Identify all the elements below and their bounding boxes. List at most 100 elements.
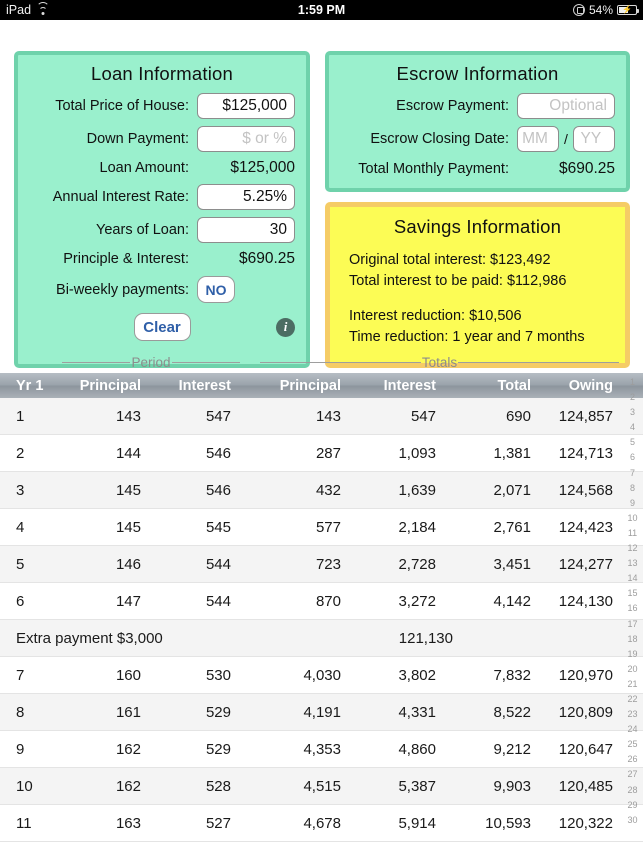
year-index-item[interactable]: 30 [627,815,637,831]
savings-line-time-reduction: Time reduction: 1 year and 7 months [349,329,585,345]
table-row[interactable]: 6 147 544 870 3,272 4,142 124,130 [0,583,643,620]
table-cell: 1 [16,407,25,425]
table-cell: 529 [205,703,231,721]
table-row[interactable]: 7 160 530 4,030 3,802 7,832 120,970 [0,657,643,694]
table-cell: 143 [315,407,341,425]
table-row[interactable]: 11 163 527 4,678 5,914 10,593 120,322 [0,805,643,842]
loan-row-principle-interest: Principle & Interest: $690.25 [18,250,306,268]
year-index-item[interactable]: 26 [627,755,637,770]
column-header-period-principal[interactable]: Principal [62,378,150,394]
year-index-item[interactable]: 22 [627,694,637,710]
column-header-period-interest[interactable]: Interest [150,378,240,394]
year-index-item[interactable]: 17 [627,619,637,635]
loan-row-total-price: Total Price of House: $125,000 [18,93,306,119]
year-index-item[interactable]: 15 [627,589,637,604]
year-index-item[interactable]: 7 [630,468,635,484]
table-cell: 4,331 [398,703,436,721]
clear-button[interactable]: Clear [133,313,191,341]
year-index-item[interactable]: 20 [627,664,637,680]
year-index-item[interactable]: 8 [630,483,635,499]
table-row[interactable]: 3 145 546 432 1,639 2,071 124,568 [0,472,643,509]
column-header-year[interactable]: Yr 1 [0,378,62,394]
years-of-loan-input[interactable]: 30 [197,217,295,243]
biweekly-toggle[interactable]: NO [197,276,235,303]
year-index-item[interactable]: 18 [627,634,637,650]
column-header-total-interest[interactable]: Interest [350,378,445,394]
year-index-item[interactable]: 16 [627,604,637,619]
table-cell: 1,639 [398,481,436,499]
year-index-item[interactable]: 24 [627,725,637,740]
table-cell: 3 [16,481,25,499]
table-row[interactable]: 1 143 547 143 547 690 124,857 [0,398,643,435]
escrow-year-input[interactable]: YY [572,126,615,152]
year-index-item[interactable]: 12 [627,544,637,559]
table-cell: 4,515 [303,777,341,795]
table-cell: 124,713 [558,444,613,462]
biweekly-label: Bi-weekly payments: [56,281,189,298]
year-index-item[interactable]: 10 [627,513,637,529]
column-header-total-principal[interactable]: Principal [240,378,350,394]
table-cell: 528 [205,777,231,795]
loan-amount-value: $125,000 [230,159,295,176]
loan-row-interest-rate: Annual Interest Rate: 5.25% [18,184,306,210]
table-cell: 546 [205,444,231,462]
table-cell: 2,184 [398,518,436,536]
table-row[interactable]: 10 162 528 4,515 5,387 9,903 120,485 [0,768,643,805]
year-index-item[interactable]: 5 [630,438,635,453]
year-index-item[interactable]: 21 [627,679,637,695]
year-index-item[interactable]: 28 [627,785,637,801]
year-index-item[interactable]: 1 [630,377,635,393]
year-index-item[interactable]: 6 [630,453,635,468]
year-index-item[interactable]: 13 [627,559,637,574]
total-price-input[interactable]: $125,000 [197,93,295,119]
year-index-item[interactable]: 23 [627,710,637,725]
savings-lines: Original total interest: $123,492 Total … [330,238,625,348]
table-cell: 8 [16,703,25,721]
column-header-owing[interactable]: Owing [540,378,622,394]
info-icon[interactable]: i [276,317,295,337]
table-cell: 546 [205,481,231,499]
year-index-item[interactable]: 25 [627,740,637,755]
table-cell: 4,353 [303,740,341,758]
status-bar-clock: 1:59 PM [297,3,346,17]
table-cell: 7,832 [493,666,531,684]
year-index-item[interactable]: 11 [628,528,637,544]
table-row[interactable]: 2 144 546 287 1,093 1,381 124,713 [0,435,643,472]
year-index-item[interactable]: 3 [630,408,635,423]
table-cell: 3,272 [398,592,436,610]
year-index-item[interactable]: 4 [630,423,635,438]
table-cell: 120,647 [558,740,613,758]
table-header-row: Yr 1 Principal Interest Principal Intere… [0,373,643,398]
escrow-information-panel: Escrow Information Escrow Payment: Optio… [325,51,630,192]
year-index-item[interactable]: 14 [627,574,637,589]
escrow-row-closing-date: Escrow Closing Date: MM / YY [329,126,626,152]
year-index-scrubber[interactable]: 1 2 3 4 5 6 7 8 9 10 11 12 13 14 15 16 17 18 19 20 21 22 23 24 2… [622,352,643,857]
year-index-item[interactable]: 19 [627,649,637,665]
table-cell: 124,130 [558,592,613,610]
table-cell: 2,761 [493,518,531,536]
table-row-extra-payment[interactable]: Extra payment $3,000 121,130 [0,620,643,657]
column-header-total[interactable]: Total [445,378,540,394]
year-index-item[interactable]: 2 [630,393,635,408]
year-index-item[interactable]: 27 [627,770,637,785]
interest-rate-input[interactable]: 5.25% [197,184,295,210]
escrow-payment-input[interactable]: Optional [517,93,615,119]
down-payment-input[interactable]: $ or % [197,126,295,152]
table-cell: 545 [205,518,231,536]
table-row[interactable]: 9 162 529 4,353 4,860 9,212 120,647 [0,731,643,768]
table-row[interactable]: 4 145 545 577 2,184 2,761 124,423 [0,509,643,546]
table-cell: 287 [315,444,341,462]
table-cell: 146 [115,555,141,573]
escrow-month-input[interactable]: MM [517,126,559,152]
table-row[interactable]: 8 161 529 4,191 4,331 8,522 120,809 [0,694,643,731]
year-index-item[interactable]: 9 [630,498,635,514]
table-cell: 547 [410,407,436,425]
amortization-table: Period Totals Yr 1 Principal Interest Pr… [0,352,643,857]
table-cell: 124,857 [558,407,613,425]
table-cell: 577 [315,518,341,536]
year-index-item[interactable]: 29 [627,800,637,816]
loan-panel-title: Loan Information [90,63,234,84]
table-cell: 160 [115,666,141,684]
table-row[interactable]: 5 146 544 723 2,728 3,451 124,277 [0,546,643,583]
date-separator: / [564,131,568,147]
